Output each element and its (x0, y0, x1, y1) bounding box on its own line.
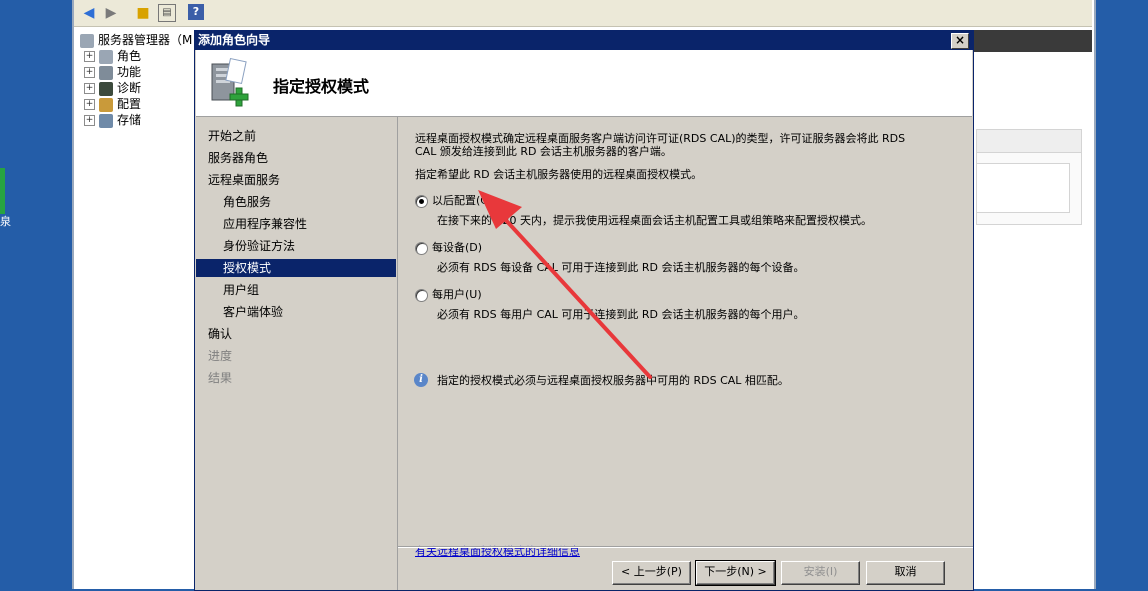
tree-item-diagnostics[interactable]: + 诊断 (84, 80, 141, 96)
storage-icon (99, 113, 113, 128)
nav-item-user-groups[interactable]: 用户组 (223, 280, 259, 300)
nav-item-authentication-method[interactable]: 身份验证方法 (223, 236, 295, 256)
nav-item-results: 结果 (208, 371, 233, 385)
details-pane (972, 55, 1092, 589)
info-text: 指定的授权模式必须与远程桌面授权服务器中可用的 RDS CAL 相匹配。 (437, 374, 789, 387)
radio-per-user-desc: 必须有 RDS 每用户 CAL 可用于连接到此 RD 会话主机服务器的每个用户。 (437, 308, 805, 321)
back-button[interactable]: < 上一步(P) (612, 561, 691, 585)
wizard-steps-nav: 开始之前 服务器角色 远程桌面服务 角色服务 应用程序兼容性 身份验证方法 授权… (196, 117, 398, 590)
expand-icon[interactable]: + (84, 115, 95, 126)
nav-item-progress: 进度 (208, 349, 233, 363)
wizard-header: 指定授权模式 (196, 50, 972, 117)
server-manager-tree: 服务器管理器（M + 角色 + 功能 + 诊断 + 配置 + 存储 (74, 30, 196, 589)
intro-text-line-2: CAL 颁发给连接到此 RD 会话主机服务器的客户端。 (415, 145, 672, 158)
radio-configure-later-desc: 在接下来的 120 天内，提示我使用远程桌面会话主机配置工具或组策略来配置授权模… (437, 214, 872, 227)
server-role-add-icon (211, 58, 249, 107)
help-icon[interactable]: ? (188, 4, 204, 20)
prompt-text: 指定希望此 RD 会话主机服务器使用的远程桌面授权模式。 (415, 168, 703, 181)
desktop-edge-chip (0, 168, 5, 214)
details-section-header (976, 129, 1082, 153)
details-section-body (976, 163, 1070, 213)
tree-item-roles[interactable]: + 角色 (84, 48, 141, 64)
expand-icon[interactable]: + (84, 51, 95, 62)
cancel-button[interactable]: 取消 (866, 561, 945, 585)
nav-item-application-compatibility[interactable]: 应用程序兼容性 (223, 214, 307, 234)
server-manager-toolbar: ◀ ▶ ■ ▤ ? (74, 0, 1092, 27)
install-button: 安装(I) (781, 561, 860, 585)
radio-configure-later[interactable] (415, 195, 428, 208)
back-arrow-icon[interactable]: ◀ (80, 4, 98, 22)
footer-separator (398, 546, 973, 548)
nav-item-licensing-mode[interactable]: 授权模式 (223, 258, 271, 278)
nav-item-client-experience[interactable]: 客户端体验 (223, 302, 283, 322)
close-button[interactable]: × (951, 33, 969, 49)
configuration-icon (99, 97, 113, 112)
add-roles-wizard-dialog: 添加角色向导 × 指定授权模式 开始之前 服务器角色 远程桌面服务 角色服务 应… (194, 30, 974, 591)
dialog-title: 添加角色向导 (198, 33, 271, 47)
dialog-title-bar[interactable]: 添加角色向导 × (195, 31, 973, 50)
server-icon (80, 33, 94, 48)
nav-item-before-you-begin[interactable]: 开始之前 (208, 126, 256, 146)
tree-item-storage[interactable]: + 存储 (84, 112, 141, 128)
tree-item-features[interactable]: + 功能 (84, 64, 141, 80)
radio-per-device-label[interactable]: 每设备(D) (432, 241, 482, 255)
details-header-bar (972, 30, 1092, 52)
roles-icon (99, 49, 113, 64)
info-icon: i (414, 373, 428, 387)
wizard-content: 远程桌面授权模式确定远程桌面服务客户端访问许可证(RDS CAL)的类型，许可证… (398, 117, 972, 558)
expand-icon[interactable]: + (84, 99, 95, 110)
desktop-edge-text: 泉 (0, 215, 11, 228)
tree-item-configuration[interactable]: + 配置 (84, 96, 141, 112)
nav-item-role-services[interactable]: 角色服务 (223, 192, 271, 212)
features-icon (99, 65, 113, 80)
nav-item-server-roles[interactable]: 服务器角色 (208, 148, 268, 168)
page-title: 指定授权模式 (273, 77, 370, 96)
tree-item-server-manager[interactable]: 服务器管理器（M (80, 32, 192, 48)
radio-per-device-desc: 必须有 RDS 每设备 CAL 可用于连接到此 RD 会话主机服务器的每个设备。 (437, 261, 805, 274)
up-folder-icon[interactable]: ■ (134, 4, 152, 22)
diagnostics-icon (99, 81, 113, 96)
radio-per-device[interactable] (415, 242, 428, 255)
nav-item-remote-desktop-services[interactable]: 远程桌面服务 (208, 170, 280, 190)
forward-arrow-icon[interactable]: ▶ (102, 4, 120, 22)
nav-item-confirmation[interactable]: 确认 (208, 324, 232, 344)
radio-per-user[interactable] (415, 289, 428, 302)
next-button[interactable]: 下一步(N) > (695, 560, 776, 586)
expand-icon[interactable]: + (84, 83, 95, 94)
intro-text-line-1: 远程桌面授权模式确定远程桌面服务客户端访问许可证(RDS CAL)的类型，许可证… (415, 132, 906, 145)
radio-per-user-label[interactable]: 每用户(U) (432, 288, 482, 302)
expand-icon[interactable]: + (84, 67, 95, 78)
show-hide-tree-icon[interactable]: ▤ (158, 4, 176, 22)
radio-configure-later-label[interactable]: 以后配置(C) (432, 194, 492, 208)
